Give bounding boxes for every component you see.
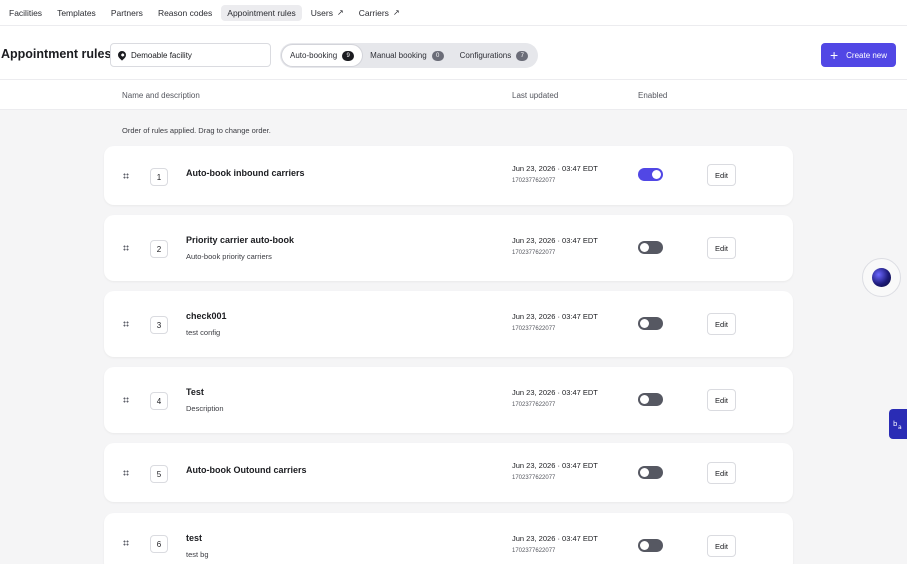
page-header: Appointment rules Demoable facility Auto…	[0, 25, 907, 80]
rule-last-updated: Jun 23, 2026 · 03:47 EDT	[512, 312, 598, 321]
rule-id: 1702377622077	[512, 178, 556, 184]
nav-item-partners[interactable]: Partners	[105, 5, 149, 21]
rule-id: 1702377622077	[512, 475, 556, 481]
drag-handle-icon[interactable]	[123, 397, 129, 403]
rule-description: Auto-book priority carriers	[186, 252, 272, 261]
facility-name: Demoable facility	[131, 50, 192, 60]
nav-item-label: Partners	[110, 7, 143, 18]
rule-row[interactable]: 5 Auto-book Outound carriers Jun 23, 2026 …	[104, 443, 793, 502]
nav-item-label: Facilities	[9, 7, 43, 18]
rule-name: Auto-book inbound carriers	[186, 168, 305, 178]
top-nav: Facilities Templates Partners Reason codes A…	[0, 0, 907, 25]
rule-order-number: 4	[150, 392, 168, 410]
drag-handle-icon[interactable]	[123, 173, 129, 179]
enabled-toggle[interactable]	[638, 393, 663, 406]
edit-button[interactable]: Edit	[707, 462, 736, 484]
enabled-toggle[interactable]	[638, 466, 663, 479]
column-header-enabled: Enabled	[638, 91, 668, 100]
rule-row[interactable]: 6 test test bg Jun 23, 2026 · 03:47 EDT 1702…	[104, 513, 793, 564]
nav-item-carriers[interactable]: Carriers ↗	[353, 5, 406, 21]
rule-name: check001	[186, 311, 227, 321]
table-header: Name and description Last updated Enable…	[0, 80, 907, 110]
rule-row[interactable]: 3 check001 test config Jun 23, 2026 · 03:47…	[104, 291, 793, 357]
drag-handle-icon[interactable]	[123, 245, 129, 251]
booking-tabs: Auto-booking 9 Manual booking 0 Configuratio…	[280, 43, 539, 68]
edit-button[interactable]: Edit	[707, 535, 736, 557]
rule-last-updated: Jun 23, 2026 · 03:47 EDT	[512, 534, 598, 543]
plus-icon: +	[829, 47, 839, 63]
nav-item-appointment-rules[interactable]: Appointment rules	[221, 4, 302, 21]
rule-last-updated: Jun 23, 2026 · 03:47 EDT	[512, 164, 598, 173]
nav-item-templates[interactable]: Templates	[51, 5, 102, 21]
nav-item-label: Carriers	[358, 7, 389, 18]
rule-row[interactable]: 4 Test Description Jun 23, 2026 · 03:47 EDT…	[104, 367, 793, 433]
rule-last-updated: Jun 23, 2026 · 03:47 EDT	[512, 236, 598, 245]
rule-last-updated: Jun 23, 2026 · 03:47 EDT	[512, 461, 598, 470]
tab-auto-booking[interactable]: Auto-booking 9	[282, 45, 363, 66]
rule-id: 1702377622077	[512, 326, 556, 332]
tab-label: Manual booking	[370, 51, 427, 60]
nav-item-label: Users	[310, 7, 333, 18]
column-header-updated: Last updated	[512, 91, 559, 100]
rule-name: Auto-book Outound carriers	[186, 465, 307, 475]
external-link-icon: ↗	[337, 8, 344, 17]
facility-selector[interactable]: Demoable facility	[110, 43, 271, 67]
rule-id: 1702377622077	[512, 402, 556, 408]
rule-id: 1702377622077	[512, 250, 556, 256]
tab-manual-booking[interactable]: Manual booking 0	[362, 45, 451, 66]
rule-last-updated: Jun 23, 2026 · 03:47 EDT	[512, 388, 598, 397]
page-title: Appointment rules	[1, 47, 112, 61]
rule-name: Priority carrier auto-book	[186, 235, 295, 245]
enabled-toggle[interactable]	[638, 539, 663, 552]
rule-name: Test	[186, 387, 204, 397]
create-new-label: Create new	[846, 50, 888, 60]
assistant-orb-icon[interactable]	[872, 268, 891, 287]
rule-row[interactable]: 2 Priority carrier auto-book Auto-book pri…	[104, 215, 793, 281]
edit-button[interactable]: Edit	[707, 237, 736, 259]
order-hint: Order of rules applied. Drag to change o…	[122, 126, 271, 135]
tab-label: Configurations	[459, 51, 512, 60]
nav-item-users[interactable]: Users ↗	[305, 5, 350, 21]
rule-id: 1702377622077	[512, 548, 556, 554]
column-header-name: Name and description	[122, 91, 200, 100]
enabled-toggle[interactable]	[638, 168, 663, 181]
enabled-toggle[interactable]	[638, 241, 663, 254]
translate-icon[interactable]: b a	[889, 409, 907, 439]
tab-count-badge: 0	[431, 50, 444, 61]
edit-button[interactable]: Edit	[707, 164, 736, 186]
nav-item-label: Appointment rules	[227, 7, 296, 18]
tab-count-badge: 9	[342, 50, 355, 61]
translate-glyph-icon: b a	[893, 420, 902, 430]
external-link-icon: ↗	[392, 8, 400, 17]
rule-order-number: 5	[150, 465, 168, 483]
nav-item-facilities[interactable]: Facilities	[3, 5, 48, 21]
nav-item-label: Templates	[57, 7, 96, 18]
rule-row[interactable]: 1 Auto-book inbound carriers Jun 23, 2026 …	[104, 146, 793, 205]
edit-button[interactable]: Edit	[707, 313, 736, 335]
rule-order-number: 1	[150, 168, 168, 186]
tab-configurations[interactable]: Configurations 7	[452, 45, 537, 66]
rule-name: test	[186, 533, 203, 543]
tab-label: Auto-booking	[290, 51, 338, 60]
location-pin-icon	[116, 49, 128, 61]
drag-handle-icon[interactable]	[123, 470, 129, 476]
rule-description: test config	[186, 328, 221, 337]
drag-handle-icon[interactable]	[123, 540, 129, 546]
create-new-button[interactable]: + Create new	[821, 43, 896, 67]
rule-description: test bg	[186, 550, 209, 559]
rule-order-number: 2	[150, 240, 168, 258]
drag-handle-icon[interactable]	[123, 321, 129, 327]
nav-item-reason-codes[interactable]: Reason codes	[152, 5, 218, 21]
rule-description: Description	[186, 404, 224, 413]
nav-item-label: Reason codes	[157, 7, 213, 18]
rule-order-number: 6	[150, 535, 168, 553]
rule-order-number: 3	[150, 316, 168, 334]
tab-count-badge: 7	[516, 50, 529, 61]
enabled-toggle[interactable]	[638, 317, 663, 330]
svg-text:a: a	[898, 424, 902, 430]
edit-button[interactable]: Edit	[707, 389, 736, 411]
